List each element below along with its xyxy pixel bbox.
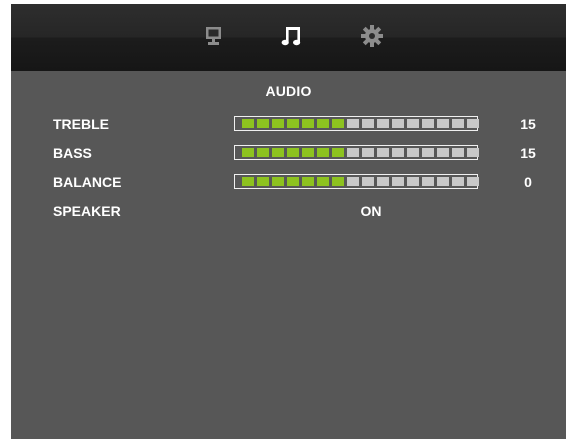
level-segment-on [317,119,329,128]
level-segment-off [392,177,404,186]
level-segment-on [332,177,344,186]
level-segment-off [407,119,419,128]
level-segment-off [377,177,389,186]
level-segment-off [437,119,449,128]
level-segment-on [242,119,254,128]
level-segment-off [467,119,479,128]
balance-label: BALANCE [53,174,122,190]
tab-audio[interactable] [278,22,306,50]
tab-settings[interactable] [358,22,386,50]
level-segment-off [437,148,449,157]
level-segment-on [317,148,329,157]
speaker-value[interactable]: ON [311,203,431,219]
level-segment-on [287,177,299,186]
level-segment-off [422,177,434,186]
monitor-icon [206,27,221,45]
level-segment-off [452,119,464,128]
level-segment-on [287,148,299,157]
level-segment-on [287,119,299,128]
osd-menu: AUDIO TREBLE 15 BASS 15 BALANCE 0 SPEAKE… [11,4,566,439]
level-segment-on [272,177,284,186]
speaker-label: SPEAKER [53,203,121,219]
level-segment-off [347,177,359,186]
balance-value: 0 [524,174,532,190]
level-segment-off [422,148,434,157]
level-segment-off [467,177,479,186]
level-segment-on [257,177,269,186]
level-segment-on [332,148,344,157]
level-segment-on [242,148,254,157]
level-segment-off [407,177,419,186]
level-segment-off [452,177,464,186]
panel-title: AUDIO [265,83,312,99]
level-segment-off [377,148,389,157]
level-segment-off [407,148,419,157]
level-segment-off [362,177,374,186]
level-segment-off [392,119,404,128]
bass-label: BASS [53,145,92,161]
level-segment-on [317,177,329,186]
level-segment-on [242,177,254,186]
level-segment-on [302,119,314,128]
level-segment-off [347,119,359,128]
level-segment-off [392,148,404,157]
level-segment-on [332,119,344,128]
gear-icon [361,25,383,47]
level-segment-off [347,148,359,157]
balance-slider[interactable] [234,174,479,189]
level-segment-on [272,148,284,157]
level-segment-off [362,148,374,157]
level-segment-on [302,148,314,157]
music-note-icon [281,27,301,46]
level-segment-off [437,177,449,186]
bass-slider[interactable] [234,145,479,160]
level-segment-off [467,148,479,157]
level-segment-on [302,177,314,186]
treble-label: TREBLE [53,116,109,132]
bass-value: 15 [520,145,536,161]
treble-value: 15 [520,116,536,132]
level-segment-on [272,119,284,128]
tab-picture[interactable] [200,22,228,50]
treble-slider[interactable] [234,116,479,131]
level-segment-off [377,119,389,128]
level-segment-on [257,148,269,157]
level-segment-off [422,119,434,128]
menu-tab-bar [11,4,566,71]
level-segment-off [452,148,464,157]
level-segment-on [257,119,269,128]
level-segment-off [362,119,374,128]
